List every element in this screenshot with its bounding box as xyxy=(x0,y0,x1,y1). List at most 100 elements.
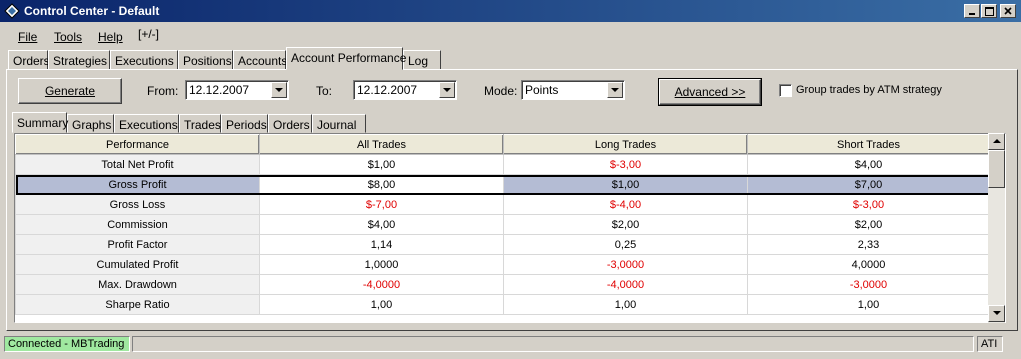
tab-periods[interactable]: Periods xyxy=(221,114,268,133)
grid-cell-metric: Sharpe Ratio xyxy=(15,294,260,315)
scroll-up-button[interactable] xyxy=(988,133,1005,150)
maximize-icon xyxy=(984,6,994,16)
table-row[interactable]: Total Net Profit $1,00 $-3,00 $4,00 xyxy=(15,154,990,175)
table-row[interactable]: Gross Loss $-7,00 $-4,00 $-3,00 xyxy=(15,194,990,215)
arrow-up-icon xyxy=(992,139,1001,143)
tab-positions[interactable]: Positions xyxy=(178,50,233,70)
grid-cell-metric: Max. Drawdown xyxy=(15,274,260,295)
menu-bar: File Tools Help [+/-] xyxy=(18,27,160,44)
mode-select[interactable]: Points xyxy=(521,80,625,100)
table-row[interactable]: Profit Factor 1,14 0,25 2,33 xyxy=(15,234,990,255)
column-header-performance[interactable]: Performance xyxy=(15,134,260,155)
from-label: From: xyxy=(147,84,179,98)
chevron-down-icon xyxy=(275,87,283,92)
grid-cell-metric: Cumulated Profit xyxy=(15,254,260,275)
close-button[interactable] xyxy=(1000,4,1016,18)
connection-status: Connected - MBTrading xyxy=(4,336,130,352)
group-trades-label: Group trades by ATM strategy xyxy=(796,84,942,96)
tab-executions[interactable]: Executions xyxy=(110,50,178,70)
tab-orders-sub[interactable]: Orders xyxy=(268,114,312,133)
column-header-all-trades[interactable]: All Trades xyxy=(259,134,504,155)
grid-cell-all: 1,00 xyxy=(259,294,504,315)
tab-log[interactable]: Log xyxy=(403,50,441,70)
grid-cell-all: $8,00 xyxy=(259,174,504,195)
tab-journal[interactable]: Journal xyxy=(312,114,366,133)
from-date-value: 12.12.2007 xyxy=(189,83,250,97)
column-header-long-trades[interactable]: Long Trades xyxy=(503,134,748,155)
table-row[interactable]: Sharpe Ratio 1,00 1,00 1,00 xyxy=(15,294,990,315)
grid-cell-long: -4,0000 xyxy=(503,274,748,295)
ati-status: ATI xyxy=(977,336,1003,352)
group-trades-checkbox[interactable] xyxy=(779,84,792,97)
to-dropdown-button[interactable] xyxy=(439,82,455,98)
scroll-thumb[interactable] xyxy=(988,150,1005,188)
grid-cell-long: -3,0000 xyxy=(503,254,748,275)
grid-cell-long: 1,00 xyxy=(503,294,748,315)
grid-cell-long: $1,00 xyxy=(503,174,748,195)
tab-account-performance[interactable]: Account Performance xyxy=(286,47,406,70)
grid-cell-metric: Total Net Profit xyxy=(15,154,260,175)
tab-orders[interactable]: Orders xyxy=(8,50,50,70)
grid-cell-short: $2,00 xyxy=(747,214,990,235)
scroll-down-button[interactable] xyxy=(988,305,1005,322)
status-bar: Connected - MBTrading ATI xyxy=(0,336,1021,359)
grid-cell-all: $1,00 xyxy=(259,154,504,175)
advanced-button[interactable]: Advanced >> xyxy=(658,78,762,106)
mode-dropdown-button[interactable] xyxy=(607,82,623,98)
to-date-value: 12.12.2007 xyxy=(357,83,418,97)
grid-cell-metric: Gross Loss xyxy=(15,194,260,215)
tab-accounts[interactable]: Accounts xyxy=(233,50,287,70)
from-dropdown-button[interactable] xyxy=(271,82,287,98)
chevron-down-icon xyxy=(443,87,451,92)
mode-value: Points xyxy=(525,83,559,97)
grid-cell-all: $-7,00 xyxy=(259,194,504,215)
grid-header-row: Performance All Trades Long Trades Short… xyxy=(15,134,990,155)
grid-cell-all: -4,0000 xyxy=(259,274,504,295)
close-icon xyxy=(1004,7,1012,15)
grid-cell-all: 1,14 xyxy=(259,234,504,255)
grid-cell-short: 1,00 xyxy=(747,294,990,315)
mode-label: Mode: xyxy=(484,84,518,98)
grid-cell-short: $7,00 xyxy=(747,174,990,195)
tab-executions-sub[interactable]: Executions xyxy=(114,114,179,133)
grid-cell-long: 0,25 xyxy=(503,234,748,255)
table-row[interactable]: Cumulated Profit 1,0000 -3,0000 4,0000 xyxy=(15,254,990,275)
grid-cell-short: -3,0000 xyxy=(747,274,990,295)
chevron-down-icon xyxy=(611,87,619,92)
generate-button[interactable]: Generate xyxy=(18,78,122,104)
table-row[interactable]: Max. Drawdown -4,0000 -4,0000 -3,0000 xyxy=(15,274,990,295)
grid-cell-short: $4,00 xyxy=(747,154,990,175)
grid-cell-metric: Commission xyxy=(15,214,260,235)
minimize-button[interactable] xyxy=(964,4,980,18)
status-panel xyxy=(132,336,974,352)
grid-cell-long: $-3,00 xyxy=(503,154,748,175)
table-row[interactable]: Commission $4,00 $2,00 $2,00 xyxy=(15,214,990,235)
minimize-icon xyxy=(969,13,975,15)
grid-cell-long: $-4,00 xyxy=(503,194,748,215)
grid-cell-short: 4,0000 xyxy=(747,254,990,275)
grid-cell-all: $4,00 xyxy=(259,214,504,235)
app-diamond-icon xyxy=(4,3,20,19)
grid-cell-short: 2,33 xyxy=(747,234,990,255)
window-title: Control Center - Default xyxy=(24,4,160,18)
to-label: To: xyxy=(316,84,333,98)
grid-body: Total Net Profit $1,00 $-3,00 $4,00 Gross Pr… xyxy=(15,154,990,315)
arrow-down-icon xyxy=(992,311,1001,315)
title-bar: Control Center - Default xyxy=(0,0,1021,22)
tab-summary[interactable]: Summary xyxy=(12,112,68,133)
performance-grid: Performance All Trades Long Trades Short… xyxy=(14,133,1006,323)
grid-cell-short: $-3,00 xyxy=(747,194,990,215)
table-row[interactable]: Gross Profit $8,00 $1,00 $7,00 xyxy=(15,174,990,195)
tab-trades[interactable]: Trades xyxy=(179,114,221,133)
tab-strategies[interactable]: Strategies xyxy=(48,50,110,70)
vertical-scrollbar[interactable] xyxy=(988,133,1005,323)
maximize-button[interactable] xyxy=(981,4,997,18)
from-date-picker[interactable]: 12.12.2007 xyxy=(185,80,289,100)
grid-cell-long: $2,00 xyxy=(503,214,748,235)
column-header-short-trades[interactable]: Short Trades xyxy=(747,134,990,155)
menu-toggle[interactable]: [+/-] xyxy=(138,27,159,41)
tab-graphs[interactable]: Graphs xyxy=(67,114,114,133)
grid-cell-metric: Profit Factor xyxy=(15,234,260,255)
to-date-picker[interactable]: 12.12.2007 xyxy=(353,80,457,100)
grid-cell-all: 1,0000 xyxy=(259,254,504,275)
